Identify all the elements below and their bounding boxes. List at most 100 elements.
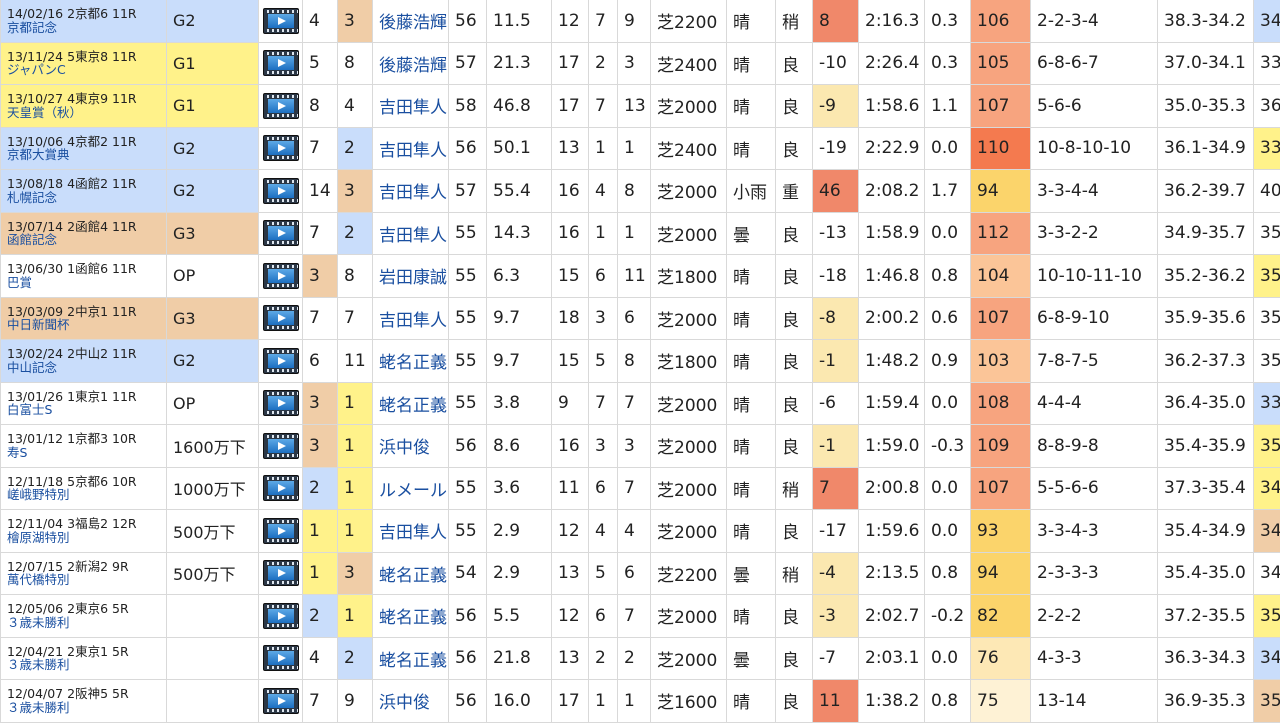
play-video-icon[interactable]	[263, 433, 299, 459]
race-name-link[interactable]: 天皇賞（秋）	[7, 106, 166, 120]
last-3f: 33.9	[1254, 42, 1280, 85]
race-name-link[interactable]: 白富士S	[7, 403, 166, 417]
play-video-icon[interactable]	[263, 688, 299, 714]
race-date-cell: 13/08/18 4函館2 11R札幌記念	[1, 170, 167, 213]
going: 良	[776, 297, 813, 340]
race-name-link[interactable]: ジャパンC	[7, 63, 166, 77]
jockey-link[interactable]: 浜中俊	[373, 425, 449, 468]
pace: 37.2-35.5	[1158, 595, 1254, 638]
finish-time: 2:00.8	[859, 467, 925, 510]
race-name-link[interactable]: 京都記念	[7, 21, 166, 35]
time-difference: -0.2	[925, 595, 971, 638]
play-video-icon[interactable]	[263, 93, 299, 119]
going: 良	[776, 680, 813, 723]
play-video-icon[interactable]	[263, 645, 299, 671]
weather: 晴	[727, 340, 776, 383]
jockey-link[interactable]: 吉田隼人	[373, 297, 449, 340]
race-name-link[interactable]: 萬代橋特別	[7, 573, 166, 587]
horse-number: 1	[589, 212, 618, 255]
race-name-link[interactable]: 中日新聞杯	[7, 318, 166, 332]
play-video-icon[interactable]	[263, 348, 299, 374]
carried-weight: 55	[449, 467, 487, 510]
popularity: 11	[338, 340, 373, 383]
play-video-icon[interactable]	[263, 263, 299, 289]
last-3f: 34.6	[1254, 510, 1280, 553]
race-name-link[interactable]: ３歳未勝利	[7, 701, 166, 715]
carried-weight: 56	[449, 127, 487, 170]
track-index: -7	[813, 637, 859, 680]
time-difference: 0.8	[925, 680, 971, 723]
race-grade: G3	[167, 212, 259, 255]
play-video-icon[interactable]	[263, 518, 299, 544]
race-date: 13/03/09 2中京1 11R	[7, 305, 166, 319]
popularity: 3	[338, 170, 373, 213]
jockey-link[interactable]: 吉田隼人	[373, 212, 449, 255]
play-video-icon[interactable]	[263, 305, 299, 331]
race-date-cell: 13/03/09 2中京1 11R中日新聞杯	[1, 297, 167, 340]
play-video-icon[interactable]	[263, 178, 299, 204]
play-video-icon[interactable]	[263, 50, 299, 76]
last-3f: 35.8	[1254, 212, 1280, 255]
race-name-link[interactable]: 嵯峨野特別	[7, 488, 166, 502]
play-video-icon[interactable]	[263, 135, 299, 161]
horse-number: 4	[589, 170, 618, 213]
time-difference: 0.9	[925, 340, 971, 383]
odds: 16.0	[487, 680, 552, 723]
horse-number: 6	[589, 595, 618, 638]
race-grade: 500万下	[167, 510, 259, 553]
race-name-link[interactable]: 檜原湖特別	[7, 531, 166, 545]
video-cell	[259, 467, 303, 510]
horse-number: 5	[589, 340, 618, 383]
weather: 晴	[727, 127, 776, 170]
speed-index: 82	[971, 595, 1031, 638]
jockey-link[interactable]: 岩田康誠	[373, 255, 449, 298]
carried-weight: 55	[449, 340, 487, 383]
finish-place: 3	[618, 425, 651, 468]
play-video-icon[interactable]	[263, 390, 299, 416]
speed-index: 104	[971, 255, 1031, 298]
race-name-link[interactable]: 寿S	[7, 446, 166, 460]
weather: 晴	[727, 0, 776, 42]
race-name-link[interactable]: 巴賞	[7, 276, 166, 290]
race-name-link[interactable]: ３歳未勝利	[7, 658, 166, 672]
jockey-link[interactable]: 浜中俊	[373, 680, 449, 723]
jockey-link[interactable]: 吉田隼人	[373, 127, 449, 170]
race-date-cell: 12/11/18 5京都6 10R嵯峨野特別	[1, 467, 167, 510]
jockey-link[interactable]: 後藤浩輝	[373, 42, 449, 85]
race-name-link[interactable]: 京都大賞典	[7, 148, 166, 162]
play-video-icon[interactable]	[263, 8, 299, 34]
popularity: 9	[338, 680, 373, 723]
finish-place: 6	[618, 297, 651, 340]
jockey-link[interactable]: 蛯名正義	[373, 382, 449, 425]
play-video-icon[interactable]	[263, 220, 299, 246]
race-name-link[interactable]: 函館記念	[7, 233, 166, 247]
play-video-icon[interactable]	[263, 560, 299, 586]
play-video-icon[interactable]	[263, 475, 299, 501]
table-row: 13/10/06 4京都2 11R京都大賞典G272吉田隼人5650.11311…	[1, 127, 1280, 170]
race-date: 13/07/14 2函館4 11R	[7, 220, 166, 234]
jockey-link[interactable]: 吉田隼人	[373, 170, 449, 213]
speed-index: 105	[971, 42, 1031, 85]
finish-time: 2:02.7	[859, 595, 925, 638]
jockey-link[interactable]: 吉田隼人	[373, 85, 449, 128]
finish-place: 8	[618, 340, 651, 383]
jockey-link[interactable]: 吉田隼人	[373, 510, 449, 553]
jockey-link[interactable]: 蛯名正義	[373, 637, 449, 680]
race-name-link[interactable]: 札幌記念	[7, 191, 166, 205]
jockey-link[interactable]: 蛯名正義	[373, 340, 449, 383]
field-size: 12	[552, 510, 589, 553]
play-video-icon[interactable]	[263, 603, 299, 629]
passing-order: 10-10-11-10	[1031, 255, 1158, 298]
jockey-link[interactable]: 蛯名正義	[373, 552, 449, 595]
speed-index: 108	[971, 382, 1031, 425]
gate-number: 1	[303, 510, 338, 553]
race-name-link[interactable]: ３歳未勝利	[7, 616, 166, 630]
going: 良	[776, 85, 813, 128]
jockey-link[interactable]: 後藤浩輝	[373, 0, 449, 42]
track-index: -9	[813, 85, 859, 128]
video-cell	[259, 42, 303, 85]
going: 良	[776, 42, 813, 85]
jockey-link[interactable]: 蛯名正義	[373, 595, 449, 638]
race-name-link[interactable]: 中山記念	[7, 361, 166, 375]
jockey-link[interactable]: ルメール	[373, 467, 449, 510]
